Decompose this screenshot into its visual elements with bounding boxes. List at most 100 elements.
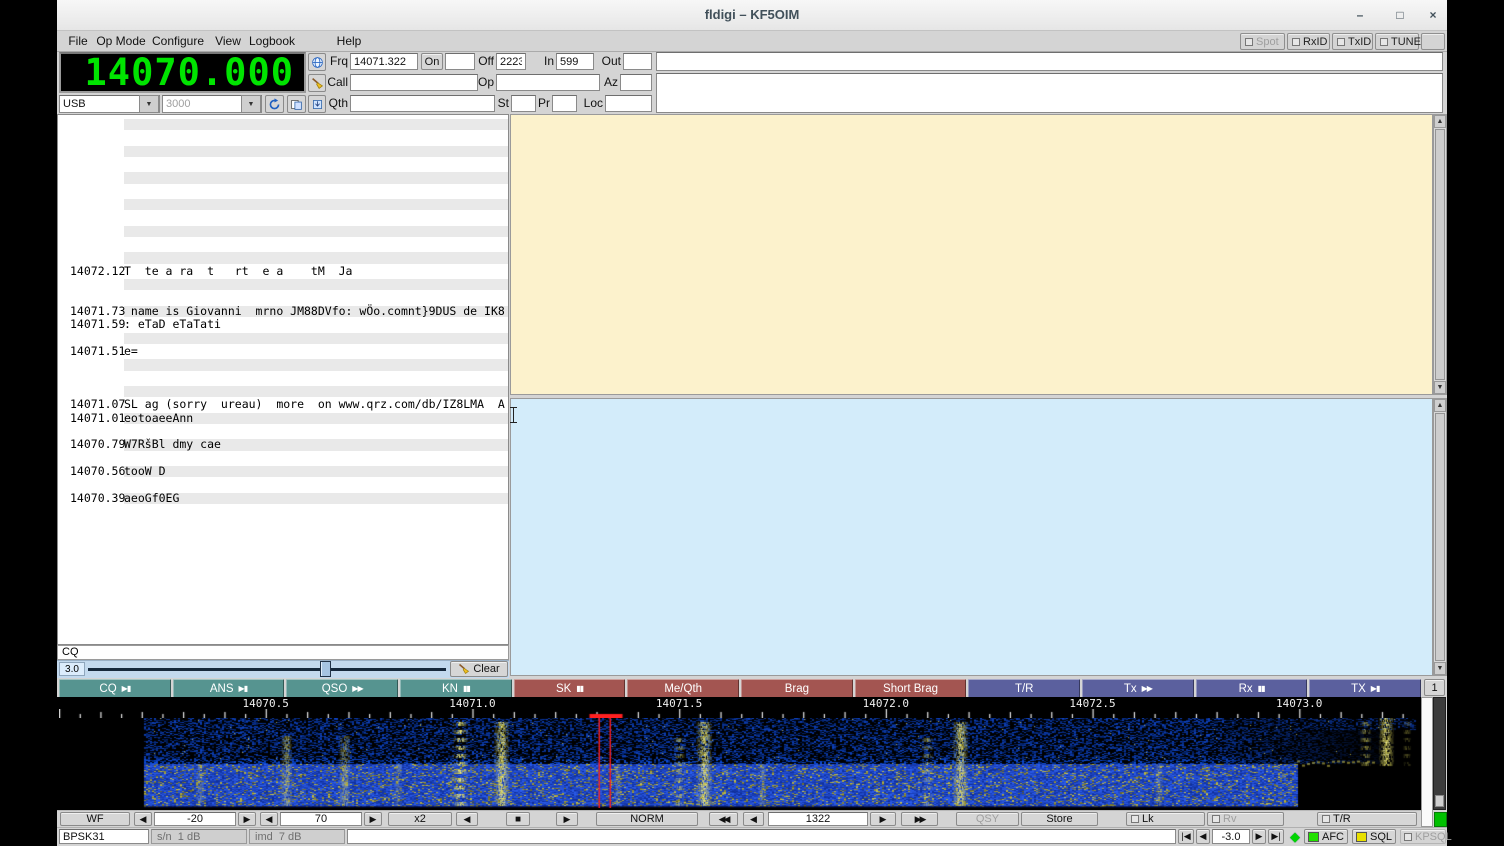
macro-page-button[interactable]: 1 <box>1424 679 1445 696</box>
bandwidth-combo[interactable]: 3000 ▼ <box>162 95 262 113</box>
macro-button-rx[interactable]: Rx▮▮ <box>1196 679 1308 698</box>
tx-level-slider[interactable] <box>1433 697 1446 810</box>
on-button[interactable]: On <box>421 53 443 70</box>
rx-channel-line[interactable]: 14070.56tooW D <box>58 465 508 478</box>
rx-pane-scrollbar[interactable]: ▲ ▼ <box>1433 114 1447 395</box>
rx-channel-line[interactable]: 14071.59: eTaD eTaTati <box>58 318 508 331</box>
ref-level-field[interactable] <box>154 812 236 826</box>
macro-button-sk[interactable]: SK▮▮ <box>514 679 626 698</box>
rxid-toggle[interactable]: RxID <box>1287 33 1330 50</box>
menu-configure[interactable]: Configure <box>149 31 207 51</box>
rx-channel-line[interactable] <box>58 291 508 304</box>
tx-entry-line[interactable]: CQ <box>57 645 509 660</box>
rx-channel-line[interactable] <box>58 145 508 158</box>
rx-channel-line[interactable]: 14070.39aeoGf0EG <box>58 492 508 505</box>
frq-field[interactable] <box>350 53 418 70</box>
rx-channel-line[interactable] <box>58 185 508 198</box>
maximize-button[interactable]: □ <box>1387 7 1413 24</box>
scrollbar-thumb[interactable] <box>1435 413 1445 661</box>
rx-channel-line[interactable] <box>58 198 508 211</box>
time-off-field[interactable] <box>496 53 526 70</box>
rx-channel-line[interactable] <box>58 278 508 291</box>
rx-channel-line[interactable]: 14072.12T te a ra t rt e a tM Ja <box>58 265 508 278</box>
menu-file[interactable]: File <box>63 31 93 51</box>
call-field[interactable] <box>350 74 478 91</box>
rx-channel-line[interactable] <box>58 158 508 171</box>
rx-channel-line[interactable]: 14070.79W7RšBl dmy cae <box>58 438 508 451</box>
clear-rx-button[interactable]: Clear <box>450 661 508 677</box>
menu-help[interactable]: Help <box>333 31 365 51</box>
shift-left-button[interactable]: ◀ <box>456 812 478 826</box>
macro-button-short-brag[interactable]: Short Brag <box>855 679 967 698</box>
pr-field[interactable] <box>552 95 577 112</box>
seek-fast-left-button[interactable]: ◀◀ <box>709 812 738 826</box>
rx-channel-line[interactable] <box>58 251 508 264</box>
frequency-display[interactable]: 14070.000 <box>59 52 306 93</box>
rx-channel-line[interactable] <box>58 332 508 345</box>
time-on-field[interactable] <box>445 53 475 70</box>
sync-button[interactable] <box>265 95 284 113</box>
txid-toggle[interactable]: TxID <box>1332 33 1373 50</box>
rx-channel-line[interactable] <box>58 478 508 491</box>
wf-speed-button[interactable]: NORM <box>596 812 698 826</box>
store-button[interactable]: Store <box>1021 812 1098 826</box>
ref-up-icon[interactable]: ▶ <box>238 812 256 826</box>
rx-browser-panel[interactable]: 14072.12T te a ra t rt e a tM Ja14071.73… <box>57 114 509 645</box>
scrollbar-thumb[interactable] <box>1435 129 1445 380</box>
macro-button-me-qth[interactable]: Me/Qth <box>627 679 739 698</box>
afc-toggle[interactable]: AFC <box>1304 829 1348 844</box>
afc-last-button[interactable]: ▶| <box>1268 829 1284 844</box>
macro-button-t-r[interactable]: T/R <box>968 679 1080 698</box>
zoom-button[interactable]: x2 <box>388 812 452 826</box>
rst-out-field[interactable] <box>623 53 652 70</box>
rx-channel-line[interactable]: 14071.07SL ag (sorry ureau) more on www.… <box>58 398 508 411</box>
rx-channel-line[interactable] <box>58 118 508 131</box>
menu-op-mode[interactable]: Op Mode <box>95 31 147 51</box>
range-down-icon[interactable]: ◀ <box>260 812 278 826</box>
ref-down-icon[interactable]: ◀ <box>134 812 152 826</box>
range-up-icon[interactable]: ▶ <box>364 812 382 826</box>
minimize-button[interactable]: – <box>1347 7 1373 24</box>
afc-range-field[interactable] <box>1212 829 1250 844</box>
center-button[interactable]: ■ <box>506 812 530 826</box>
macro-button-kn[interactable]: KN▮▮ <box>400 679 512 698</box>
macro-button-tx[interactable]: TX▶▮ <box>1309 679 1421 698</box>
tune-button[interactable]: TUNE <box>1375 33 1419 50</box>
audio-carrier-field[interactable] <box>768 812 868 826</box>
macro-button-brag[interactable]: Brag <box>741 679 853 698</box>
seek-fast-right-button[interactable]: ▶▶ <box>901 812 938 826</box>
lock-toggle[interactable]: Lk <box>1126 812 1205 826</box>
sql-toggle[interactable]: SQL <box>1352 829 1396 844</box>
rx-channel-line[interactable]: 14071.51e= <box>58 345 508 358</box>
rx-text-pane[interactable] <box>510 114 1433 395</box>
rx-channel-line[interactable]: 14071.01eotoaeeAnn <box>58 412 508 425</box>
tx-level-slider-handle[interactable] <box>1435 795 1444 807</box>
az-field[interactable] <box>620 74 652 91</box>
rx-channel-line[interactable] <box>58 211 508 224</box>
scroll-down-icon[interactable]: ▼ <box>1434 662 1446 675</box>
macro-button-tx[interactable]: Tx▶▶ <box>1082 679 1194 698</box>
rig-control-button[interactable] <box>308 53 326 71</box>
macro-button-ans[interactable]: ANS▶▮ <box>173 679 285 698</box>
waterfall-ruler[interactable] <box>59 709 1419 718</box>
logbook-button[interactable] <box>287 95 306 113</box>
range-field[interactable] <box>280 812 362 826</box>
rx-channel-line[interactable] <box>58 358 508 371</box>
afc-first-button[interactable]: |◀ <box>1178 829 1194 844</box>
close-button[interactable]: × <box>1420 7 1446 24</box>
menu-view[interactable]: View <box>211 31 245 51</box>
scroll-down-icon[interactable]: ▼ <box>1434 381 1446 394</box>
tr-toggle[interactable]: T/R <box>1317 812 1417 826</box>
rx-channel-line[interactable] <box>58 452 508 465</box>
rx-channel-line[interactable] <box>58 171 508 184</box>
loc-field[interactable] <box>605 95 652 112</box>
chevron-down-icon[interactable]: ▼ <box>241 95 261 113</box>
waterfall-display[interactable] <box>59 718 1419 808</box>
titlebar[interactable]: fldigi – KF5OIM – □ × <box>57 0 1447 31</box>
squelch-slider-handle[interactable] <box>320 661 331 677</box>
notes-field[interactable] <box>656 52 1443 71</box>
squelch-slider-track[interactable] <box>88 668 446 671</box>
tx-pane-scrollbar[interactable]: ▲ ▼ <box>1433 398 1447 676</box>
macro-button-qso[interactable]: QSO▶▶ <box>286 679 398 698</box>
seek-left-button[interactable]: ◀ <box>743 812 764 826</box>
